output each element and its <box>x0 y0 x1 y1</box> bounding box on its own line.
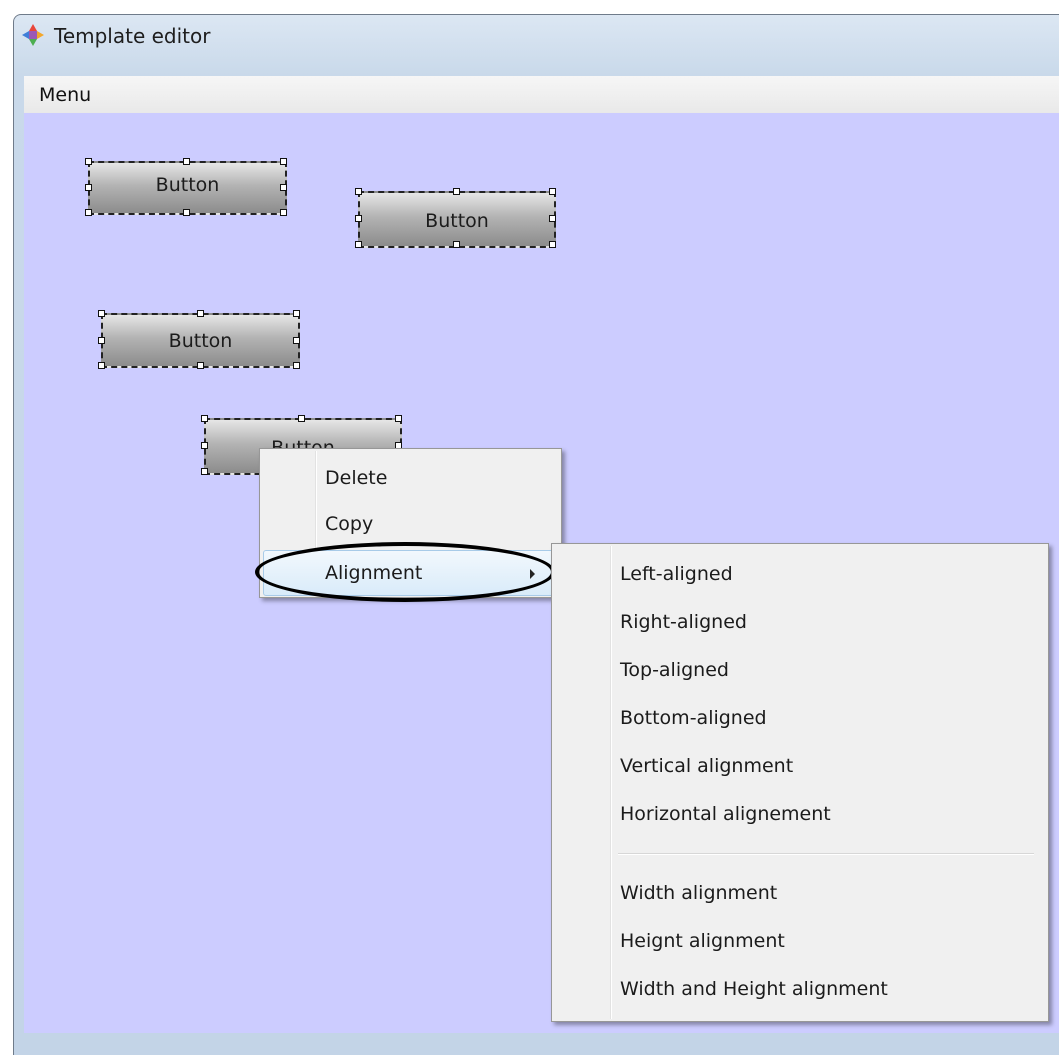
resize-handle[interactable] <box>197 310 204 317</box>
resize-handle[interactable] <box>355 241 362 248</box>
menu-item-vertical-alignment[interactable]: Vertical alignment <box>552 742 1048 786</box>
menu-item-label: Delete <box>325 467 388 489</box>
menu-button[interactable]: Menu <box>39 84 91 106</box>
resize-handle[interactable] <box>549 241 556 248</box>
menu-item-right-aligned[interactable]: Right-aligned <box>552 598 1048 642</box>
resize-handle[interactable] <box>355 215 362 222</box>
menu-item-label: Top-aligned <box>620 659 729 681</box>
resize-handle[interactable] <box>298 415 305 422</box>
menu-bar: Menu <box>24 76 1059 114</box>
design-button[interactable]: Button <box>101 313 300 368</box>
menu-item-width-and-height-alignment[interactable]: Width and Height alignment <box>552 965 1048 1009</box>
menu-item-label: Vertical alignment <box>620 755 794 777</box>
menu-item-width-alignment[interactable]: Width alignment <box>552 869 1048 913</box>
resize-handle[interactable] <box>201 468 208 475</box>
menu-item-copy[interactable]: Copy <box>260 501 561 545</box>
menu-item-label: Width alignment <box>620 882 778 904</box>
menu-item-label: Copy <box>325 513 374 535</box>
resize-handle[interactable] <box>355 188 362 195</box>
menu-item-label: Width and Height alignment <box>620 978 888 1000</box>
app-logo-icon <box>22 24 44 46</box>
design-button-label: Button <box>155 174 220 196</box>
window-title: Template editor <box>54 24 211 48</box>
resize-handle[interactable] <box>201 442 208 449</box>
menu-separator <box>618 853 1034 855</box>
resize-handle[interactable] <box>85 209 92 216</box>
resize-handle[interactable] <box>98 337 105 344</box>
resize-handle[interactable] <box>197 362 204 369</box>
resize-handle[interactable] <box>549 188 556 195</box>
resize-handle[interactable] <box>85 158 92 165</box>
menu-item-left-aligned[interactable]: Left-aligned <box>552 550 1048 594</box>
resize-handle[interactable] <box>183 209 190 216</box>
menu-item-top-aligned[interactable]: Top-aligned <box>552 646 1048 690</box>
resize-handle[interactable] <box>201 415 208 422</box>
highlight-ellipse <box>255 542 555 602</box>
resize-handle[interactable] <box>183 158 190 165</box>
resize-handle[interactable] <box>98 362 105 369</box>
menu-item-delete[interactable]: Delete <box>260 455 561 499</box>
menu-item-height-alignment[interactable]: Heignt alignment <box>552 917 1048 961</box>
resize-handle[interactable] <box>85 184 92 191</box>
design-button-label: Button <box>168 329 233 352</box>
menu-item-horizontal-alignment[interactable]: Horizontal alignement <box>552 790 1048 834</box>
design-button-label: Button <box>425 209 489 232</box>
resize-handle[interactable] <box>280 184 287 191</box>
resize-handle[interactable] <box>549 215 556 222</box>
menu-item-bottom-aligned[interactable]: Bottom-aligned <box>552 694 1048 738</box>
resize-handle[interactable] <box>293 337 300 344</box>
design-button[interactable]: Button <box>88 161 287 215</box>
menu-item-label: Heignt alignment <box>620 930 785 952</box>
menu-item-label: Bottom-aligned <box>620 707 767 729</box>
resize-handle[interactable] <box>280 209 287 216</box>
resize-handle[interactable] <box>453 241 460 248</box>
menu-item-label: Horizontal alignement <box>620 803 831 825</box>
resize-handle[interactable] <box>293 310 300 317</box>
resize-handle[interactable] <box>453 188 460 195</box>
resize-handle[interactable] <box>98 310 105 317</box>
resize-handle[interactable] <box>395 415 402 422</box>
resize-handle[interactable] <box>280 158 287 165</box>
alignment-submenu: Left-aligned Right-aligned Top-aligned B… <box>551 543 1049 1022</box>
menu-item-label: Right-aligned <box>620 611 747 633</box>
design-button[interactable]: Button <box>358 191 556 248</box>
menu-item-label: Left-aligned <box>620 563 733 585</box>
resize-handle[interactable] <box>293 362 300 369</box>
